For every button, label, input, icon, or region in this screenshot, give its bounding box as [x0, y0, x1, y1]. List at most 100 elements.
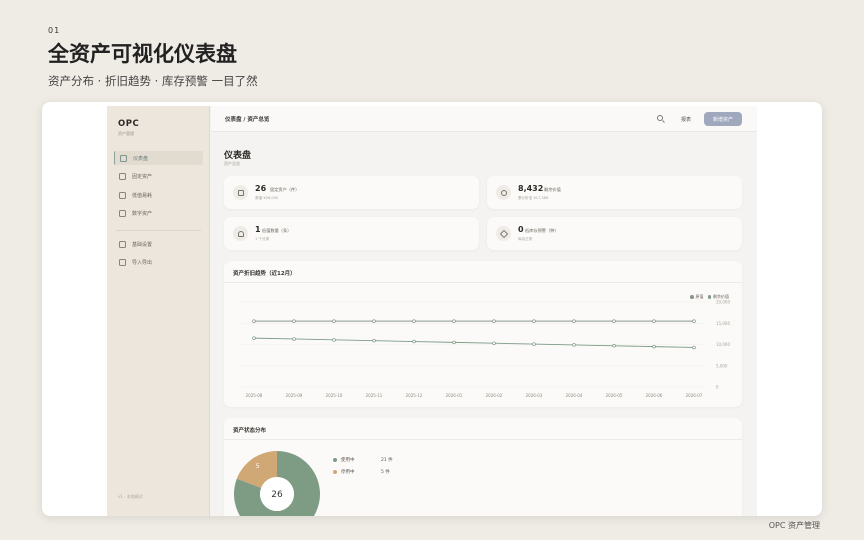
status-donut-chart: 26 5 — [234, 451, 320, 516]
status-label: 使用中 — [341, 458, 355, 463]
x-tick-label: 2025-12 — [406, 393, 423, 398]
stat-sub: 1 个分类 — [255, 237, 270, 241]
data-point — [332, 319, 336, 323]
panel-title: 资产状态分布 — [233, 428, 267, 434]
add-asset-button[interactable]: 新增资产 — [704, 112, 742, 126]
data-point — [532, 319, 536, 323]
x-tick-label: 2025-11 — [366, 393, 383, 398]
stat-card-stock-warning[interactable]: 0 低库存预警（种） 库存正常 — [487, 217, 742, 250]
status-legend-row: 使用中 21 件 — [333, 457, 393, 463]
depreciation-line-chart: 0 5,000 10,000 15,000 20,000 2025-08 2025-09 20… — [242, 300, 730, 398]
y-tick-label: 0 — [716, 385, 719, 390]
stat-sub: 原值 ¥26,000 — [255, 196, 279, 200]
coin-icon — [496, 185, 511, 200]
legend-swatch — [333, 458, 337, 462]
stat-label: 低值数量（条） — [262, 228, 292, 233]
topbar: 仪表盘 / 资产总览 报表 新增资产 — [211, 106, 757, 132]
sidebar-item-label: 低值易耗 — [132, 192, 153, 199]
stat-sub: 库存正常 — [518, 237, 533, 241]
data-point — [452, 340, 456, 345]
sidebar-item-fixed-assets[interactable]: 固定资产 — [114, 169, 203, 183]
box-icon — [119, 191, 126, 199]
data-point — [252, 336, 256, 340]
data-point — [372, 319, 376, 323]
page-title: 仪表盘 — [224, 151, 252, 161]
x-tick-label: 2025-09 — [286, 393, 303, 398]
data-point — [332, 338, 336, 342]
panel-divider — [224, 439, 742, 440]
monitor-icon — [119, 209, 126, 217]
data-point — [372, 338, 376, 343]
data-point — [692, 319, 696, 323]
sidebar-item-import-export[interactable]: 导入导出 — [114, 255, 203, 269]
page-subtitle: 资产总览 — [224, 161, 240, 166]
y-tick-label: 20,000 — [716, 300, 730, 305]
data-point — [492, 341, 496, 345]
data-point — [492, 319, 496, 323]
x-tick-label: 2025-08 — [246, 393, 263, 398]
data-point — [612, 344, 616, 348]
brand-logo: OPC — [118, 119, 140, 129]
donut-total: 26 — [271, 490, 283, 500]
data-point — [412, 319, 416, 323]
report-link[interactable]: 报表 — [681, 116, 691, 123]
stat-sub: 累计折旧 ¥17,568 — [518, 196, 549, 200]
x-tick-label: 2025-10 — [326, 393, 343, 398]
status-count: 21 件 — [381, 458, 393, 463]
nav-divider — [116, 230, 201, 231]
data-point — [252, 319, 256, 323]
sidebar-item-label: 导入导出 — [132, 259, 153, 266]
data-point — [292, 319, 296, 323]
x-tick-label: 2026-06 — [646, 393, 663, 398]
data-point — [572, 319, 576, 323]
series-line-1 — [253, 337, 695, 348]
data-point — [612, 319, 616, 323]
import-export-icon — [119, 258, 126, 266]
brand-subtitle: 资产管理 — [118, 131, 134, 136]
search-icon[interactable] — [657, 115, 663, 121]
sidebar-item-label: 仪表盘 — [133, 155, 149, 162]
data-point — [692, 345, 696, 350]
data-point — [572, 343, 576, 347]
cube-icon — [119, 172, 126, 180]
x-tick-label: 2026-01 — [446, 393, 463, 398]
x-tick-label: 2026-05 — [606, 393, 623, 398]
stat-value: 8,432 — [518, 184, 544, 193]
status-panel: 资产状态分布 26 5 使用中 21 件 停用中 5 件 — [224, 418, 742, 516]
data-point — [452, 319, 456, 323]
legend-swatch — [333, 470, 337, 474]
dashboard-icon — [120, 154, 127, 162]
data-point — [292, 337, 296, 341]
app-window: OPC 资产管理 仪表盘 固定资产 低值易耗 数字资产 基础设置 导入导出 v1… — [107, 106, 757, 516]
x-tick-label: 2026-03 — [526, 393, 543, 398]
stat-card-residual-value[interactable]: 8,432 剩余价值 累计折旧 ¥17,568 — [487, 176, 742, 209]
stat-value: 0 — [518, 225, 524, 234]
sidebar-item-digital-assets[interactable]: 数字资产 — [114, 206, 203, 220]
slide-title: 全资产可视化仪表盘 — [48, 42, 237, 66]
stat-value: 1 — [255, 225, 261, 234]
settings-icon — [119, 240, 126, 248]
sidebar-item-consumables[interactable]: 低值易耗 — [114, 188, 203, 202]
sidebar: OPC 资产管理 仪表盘 固定资产 低值易耗 数字资产 基础设置 导入导出 v1… — [107, 106, 210, 516]
data-point — [652, 319, 656, 323]
y-tick-label: 10,000 — [716, 342, 730, 347]
stat-card-consumables[interactable]: 1 低值数量（条） 1 个分类 — [224, 217, 479, 250]
x-tick-label: 2026-04 — [566, 393, 583, 398]
data-point — [532, 342, 536, 346]
status-count: 5 件 — [381, 470, 390, 475]
stat-value: 26 — [255, 184, 267, 193]
stat-card-fixed-assets[interactable]: 26 固定资产（件） 原值 ¥26,000 — [224, 176, 479, 209]
x-tick-label: 2026-02 — [486, 393, 503, 398]
slice-label: 5 — [256, 463, 260, 470]
data-point — [412, 339, 416, 344]
slide-number: 01 — [48, 26, 61, 35]
warning-icon — [496, 226, 511, 241]
sidebar-item-label: 固定资产 — [132, 173, 153, 180]
footer-brand: OPC 资产管理 — [768, 521, 820, 530]
x-tick-label: 2026-07 — [686, 393, 703, 398]
sidebar-footer: v1 · 本地模式 — [118, 494, 143, 499]
sidebar-item-dashboard[interactable]: 仪表盘 — [114, 151, 203, 165]
status-legend-row: 停用中 5 件 — [333, 469, 390, 475]
sidebar-item-settings[interactable]: 基础设置 — [114, 237, 203, 251]
sidebar-item-label: 数字资产 — [132, 210, 153, 217]
